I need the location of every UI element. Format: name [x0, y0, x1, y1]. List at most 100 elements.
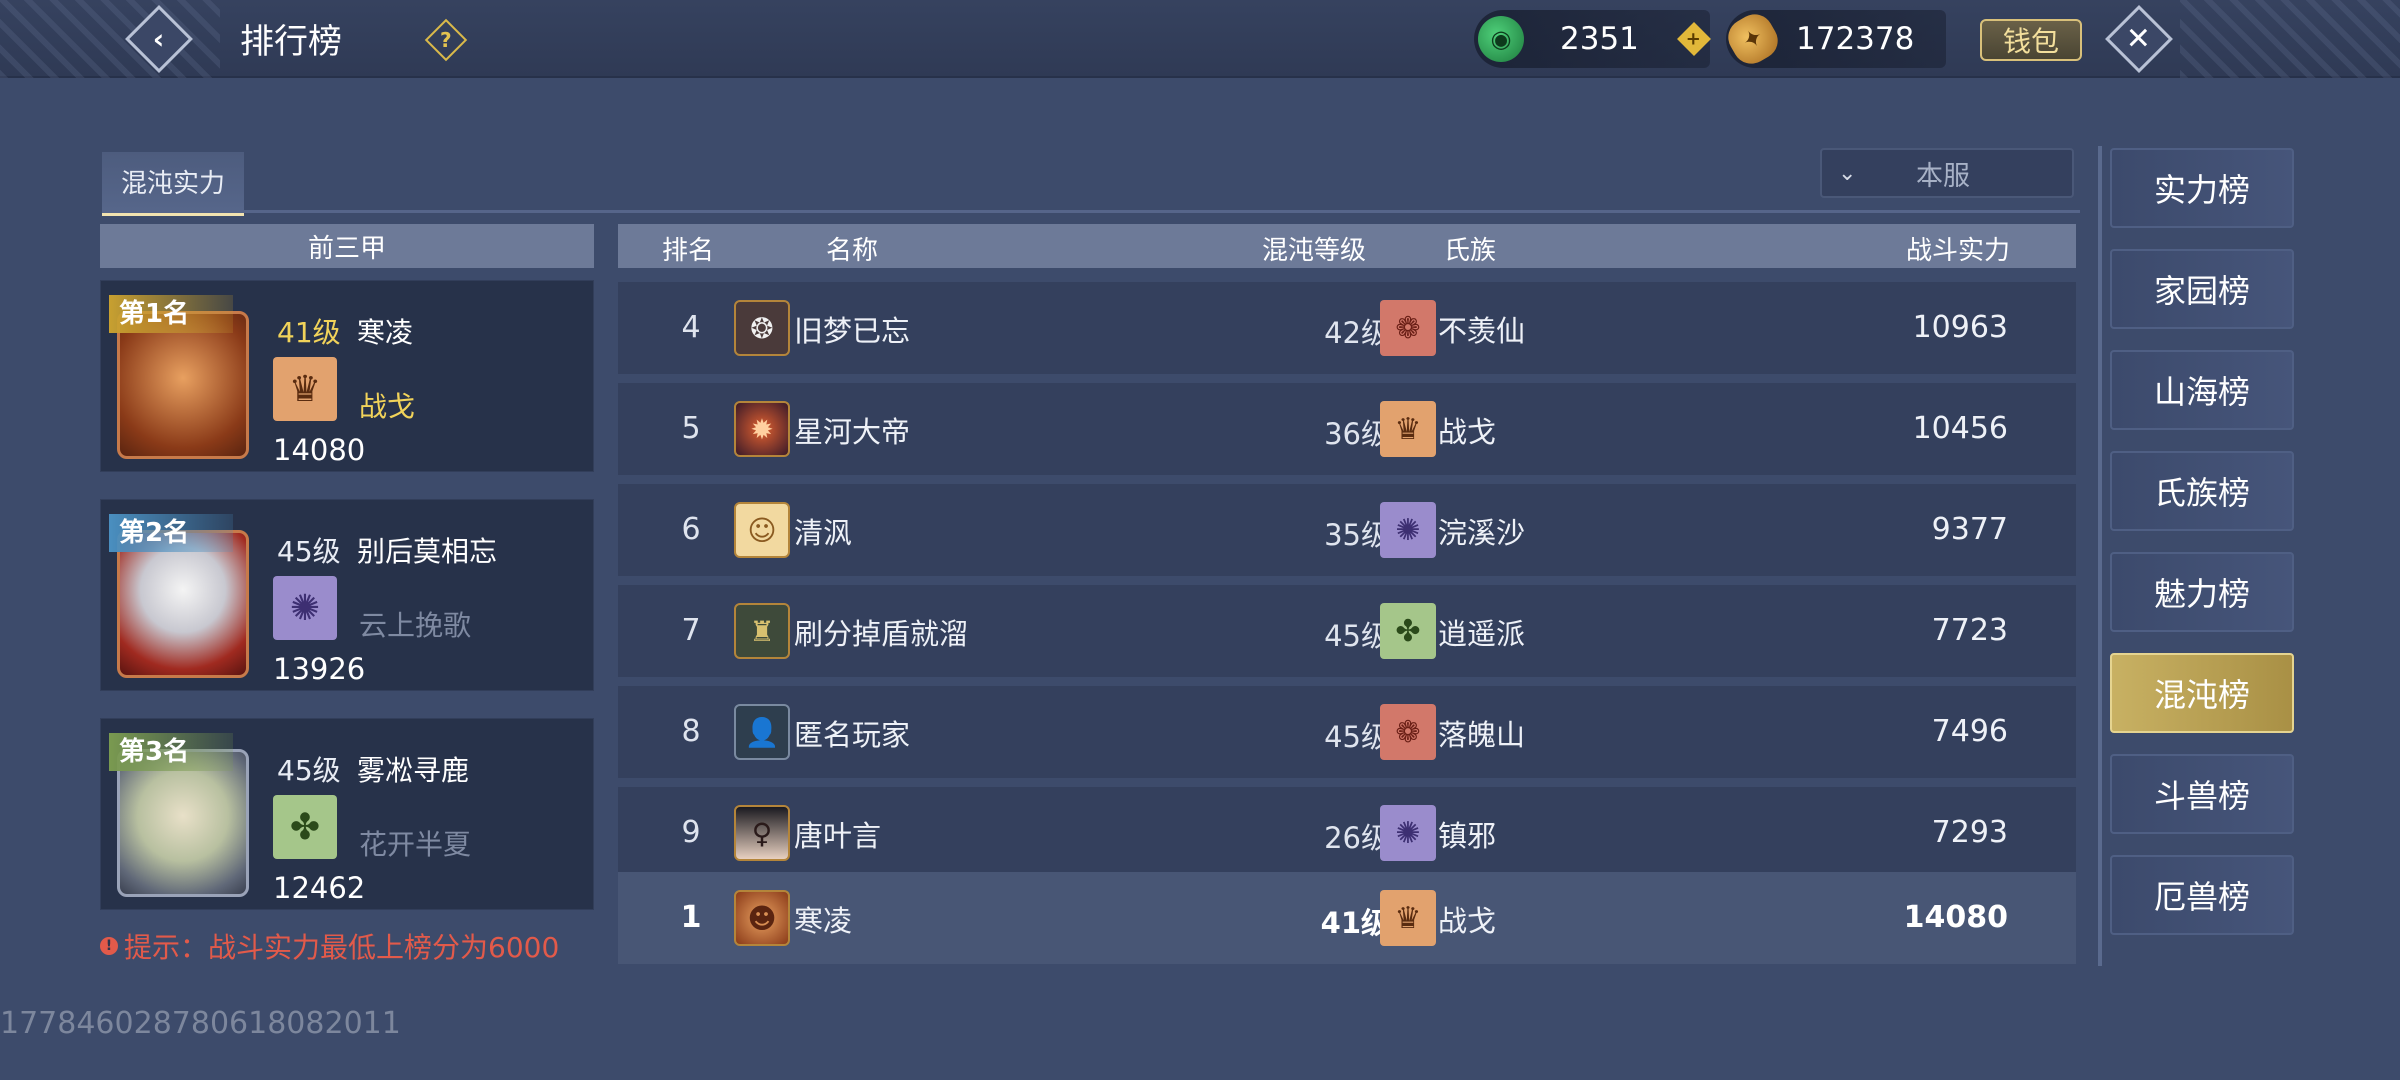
table-row[interactable]: 7 ♜ 刷分掉盾就溜 45级 ✤ 逍遥派 7723 [618, 585, 2076, 677]
rank-badge: 第2名 [109, 514, 233, 552]
category-shanhai[interactable]: 山海榜 [2110, 350, 2294, 430]
clan-name: 战戈 [359, 390, 416, 423]
avatar: ☺ [734, 502, 790, 558]
avatar: ✹ [734, 401, 790, 457]
plus-icon: + [1677, 22, 1711, 56]
rank-badge: 第1名 [109, 295, 233, 333]
clan-emblem-icon: ✺ [273, 576, 337, 640]
category-clan[interactable]: 氏族榜 [2110, 451, 2294, 531]
category-divider [2098, 146, 2102, 966]
avatar [117, 530, 249, 678]
row-power: 9377 [1931, 512, 2008, 547]
clan-emblem-icon: ✺ [1380, 805, 1436, 861]
row-level: 45级 [1324, 720, 1390, 754]
row-name: 匿名玩家 [794, 718, 911, 752]
row-power: 14080 [1903, 900, 2008, 935]
row-clan: 落魄山 [1438, 718, 1526, 752]
table-row[interactable]: 9 ♀ 唐叶言 26级 ✺ 镇邪 7293 [618, 787, 2076, 879]
help-button[interactable]: ? [424, 18, 468, 62]
avatar: ☻ [734, 890, 790, 946]
category-beast-fight[interactable]: 斗兽榜 [2110, 754, 2294, 834]
jade-coin-icon: ◉ [1478, 16, 1524, 62]
hint-text: 提示：战斗实力最低上榜分为6000 [124, 931, 560, 964]
combat-power: 14080 [273, 433, 366, 467]
clan-emblem-icon: ♛ [273, 357, 337, 421]
row-name: 唐叶言 [794, 819, 882, 853]
close-icon: ✕ [2105, 5, 2173, 73]
combat-power: 13926 [273, 652, 366, 686]
wallet-button[interactable]: 钱包 [1980, 19, 2082, 61]
category-home[interactable]: 家园榜 [2110, 249, 2294, 329]
row-clan: 战戈 [1438, 904, 1497, 938]
header-power: 战斗实力 [1906, 236, 2011, 266]
category-chaos[interactable]: 混沌榜 [2110, 653, 2294, 733]
page-title: 排行榜 [240, 22, 342, 62]
clan-name: 花开半夏 [359, 828, 472, 861]
gold-amount: 172378 [1796, 21, 1915, 57]
row-level: 26级 [1324, 821, 1390, 855]
clan-emblem-icon: ✤ [1380, 603, 1436, 659]
table-row[interactable]: 5 ✹ 星河大帝 36级 ♛ 战戈 10456 [618, 383, 2076, 475]
row-name: 星河大帝 [794, 415, 911, 449]
category-charm[interactable]: 魅力榜 [2110, 552, 2294, 632]
row-power: 7496 [1931, 714, 2008, 749]
rank-badge: 第3名 [109, 733, 233, 771]
add-jade-button[interactable]: + [1677, 22, 1711, 56]
avatar: ♜ [734, 603, 790, 659]
jade-amount: 2351 [1560, 21, 1639, 57]
row-level: 36级 [1324, 417, 1390, 451]
clan-emblem-icon: ❁ [1380, 300, 1436, 356]
avatar: 👤 [734, 704, 790, 760]
row-name: 寒凌 [794, 904, 853, 938]
top3-card-1[interactable]: 第1名 41级 寒凌 ♛ 战戈 14080 [100, 280, 594, 472]
combat-power: 12462 [273, 871, 366, 905]
row-clan: 逍遥派 [1438, 617, 1526, 651]
clan-emblem-icon: ♛ [1380, 401, 1436, 457]
close-button[interactable]: ✕ [2105, 5, 2173, 73]
category-strength[interactable]: 实力榜 [2110, 148, 2294, 228]
user-id-watermark: 1778460287806180820​11 [0, 1006, 401, 1041]
header-rank: 排名 [662, 236, 715, 266]
row-power: 7293 [1931, 815, 2008, 850]
row-power: 10963 [1912, 310, 2008, 345]
row-level: 41级 [1320, 906, 1390, 940]
row-clan: 不羡仙 [1438, 314, 1526, 348]
player-name: 雾凇寻鹿 [357, 754, 470, 787]
jade-currency: ◉ 2351 + [1474, 10, 1711, 68]
row-level: 35级 [1324, 518, 1390, 552]
top3-header: 前三甲 [100, 224, 594, 268]
avatar: ❂ [734, 300, 790, 356]
server-select[interactable]: ⌄ 本服 [1820, 148, 2074, 198]
corner-decoration [2180, 0, 2400, 78]
gold-currency: ✦ 172378 [1721, 7, 1946, 71]
row-level: 42级 [1324, 316, 1390, 350]
header-name: 名称 [826, 236, 879, 266]
player-level: 45级 [277, 754, 341, 787]
table-row[interactable]: 8 👤 匿名玩家 45级 ❁ 落魄山 7496 [618, 686, 2076, 778]
gold-ingot-icon: ✦ [1721, 7, 1785, 71]
tab-chaos-power[interactable]: 混沌实力 [102, 152, 244, 216]
row-name: 刷分掉盾就溜 [794, 617, 969, 651]
top3-card-3[interactable]: 第3名 45级 雾凇寻鹿 ✤ 花开半夏 12462 [100, 718, 594, 910]
avatar: ♀ [734, 805, 790, 861]
header-clan: 氏族 [1444, 236, 1497, 266]
header-level: 混沌等级 [1262, 236, 1367, 266]
player-name: 别后莫相忘 [357, 535, 498, 568]
clan-emblem-icon: ✺ [1380, 502, 1436, 558]
category-calamity-beast[interactable]: 厄兽榜 [2110, 855, 2294, 935]
clan-emblem-icon: ♛ [1380, 890, 1436, 946]
row-power: 7723 [1931, 613, 2008, 648]
table-header: 排名 名称 混沌等级 氏族 战斗实力 [618, 224, 2076, 268]
back-button[interactable]: ‹ [125, 5, 193, 73]
my-rank-row[interactable]: 1 ☻ 寒凌 41级 ♛ 战戈 14080 [618, 872, 2076, 964]
clan-emblem-icon: ❁ [1380, 704, 1436, 760]
top3-card-2[interactable]: 第2名 45级 别后莫相忘 ✺ 云上挽歌 13926 [100, 499, 594, 691]
clan-emblem-icon: ✤ [273, 795, 337, 859]
avatar [117, 749, 249, 897]
min-score-hint: ! 提示：战斗实力最低上榜分为6000 [100, 926, 559, 966]
row-name: 旧梦已忘 [794, 314, 911, 348]
table-row[interactable]: 4 ❂ 旧梦已忘 42级 ❁ 不羡仙 10963 [618, 282, 2076, 374]
table-row[interactable]: 6 ☺ 清沨 35级 ✺ 浣溪沙 9377 [618, 484, 2076, 576]
back-arrow-icon: ‹ [125, 5, 193, 73]
tab-divider [102, 210, 2080, 213]
